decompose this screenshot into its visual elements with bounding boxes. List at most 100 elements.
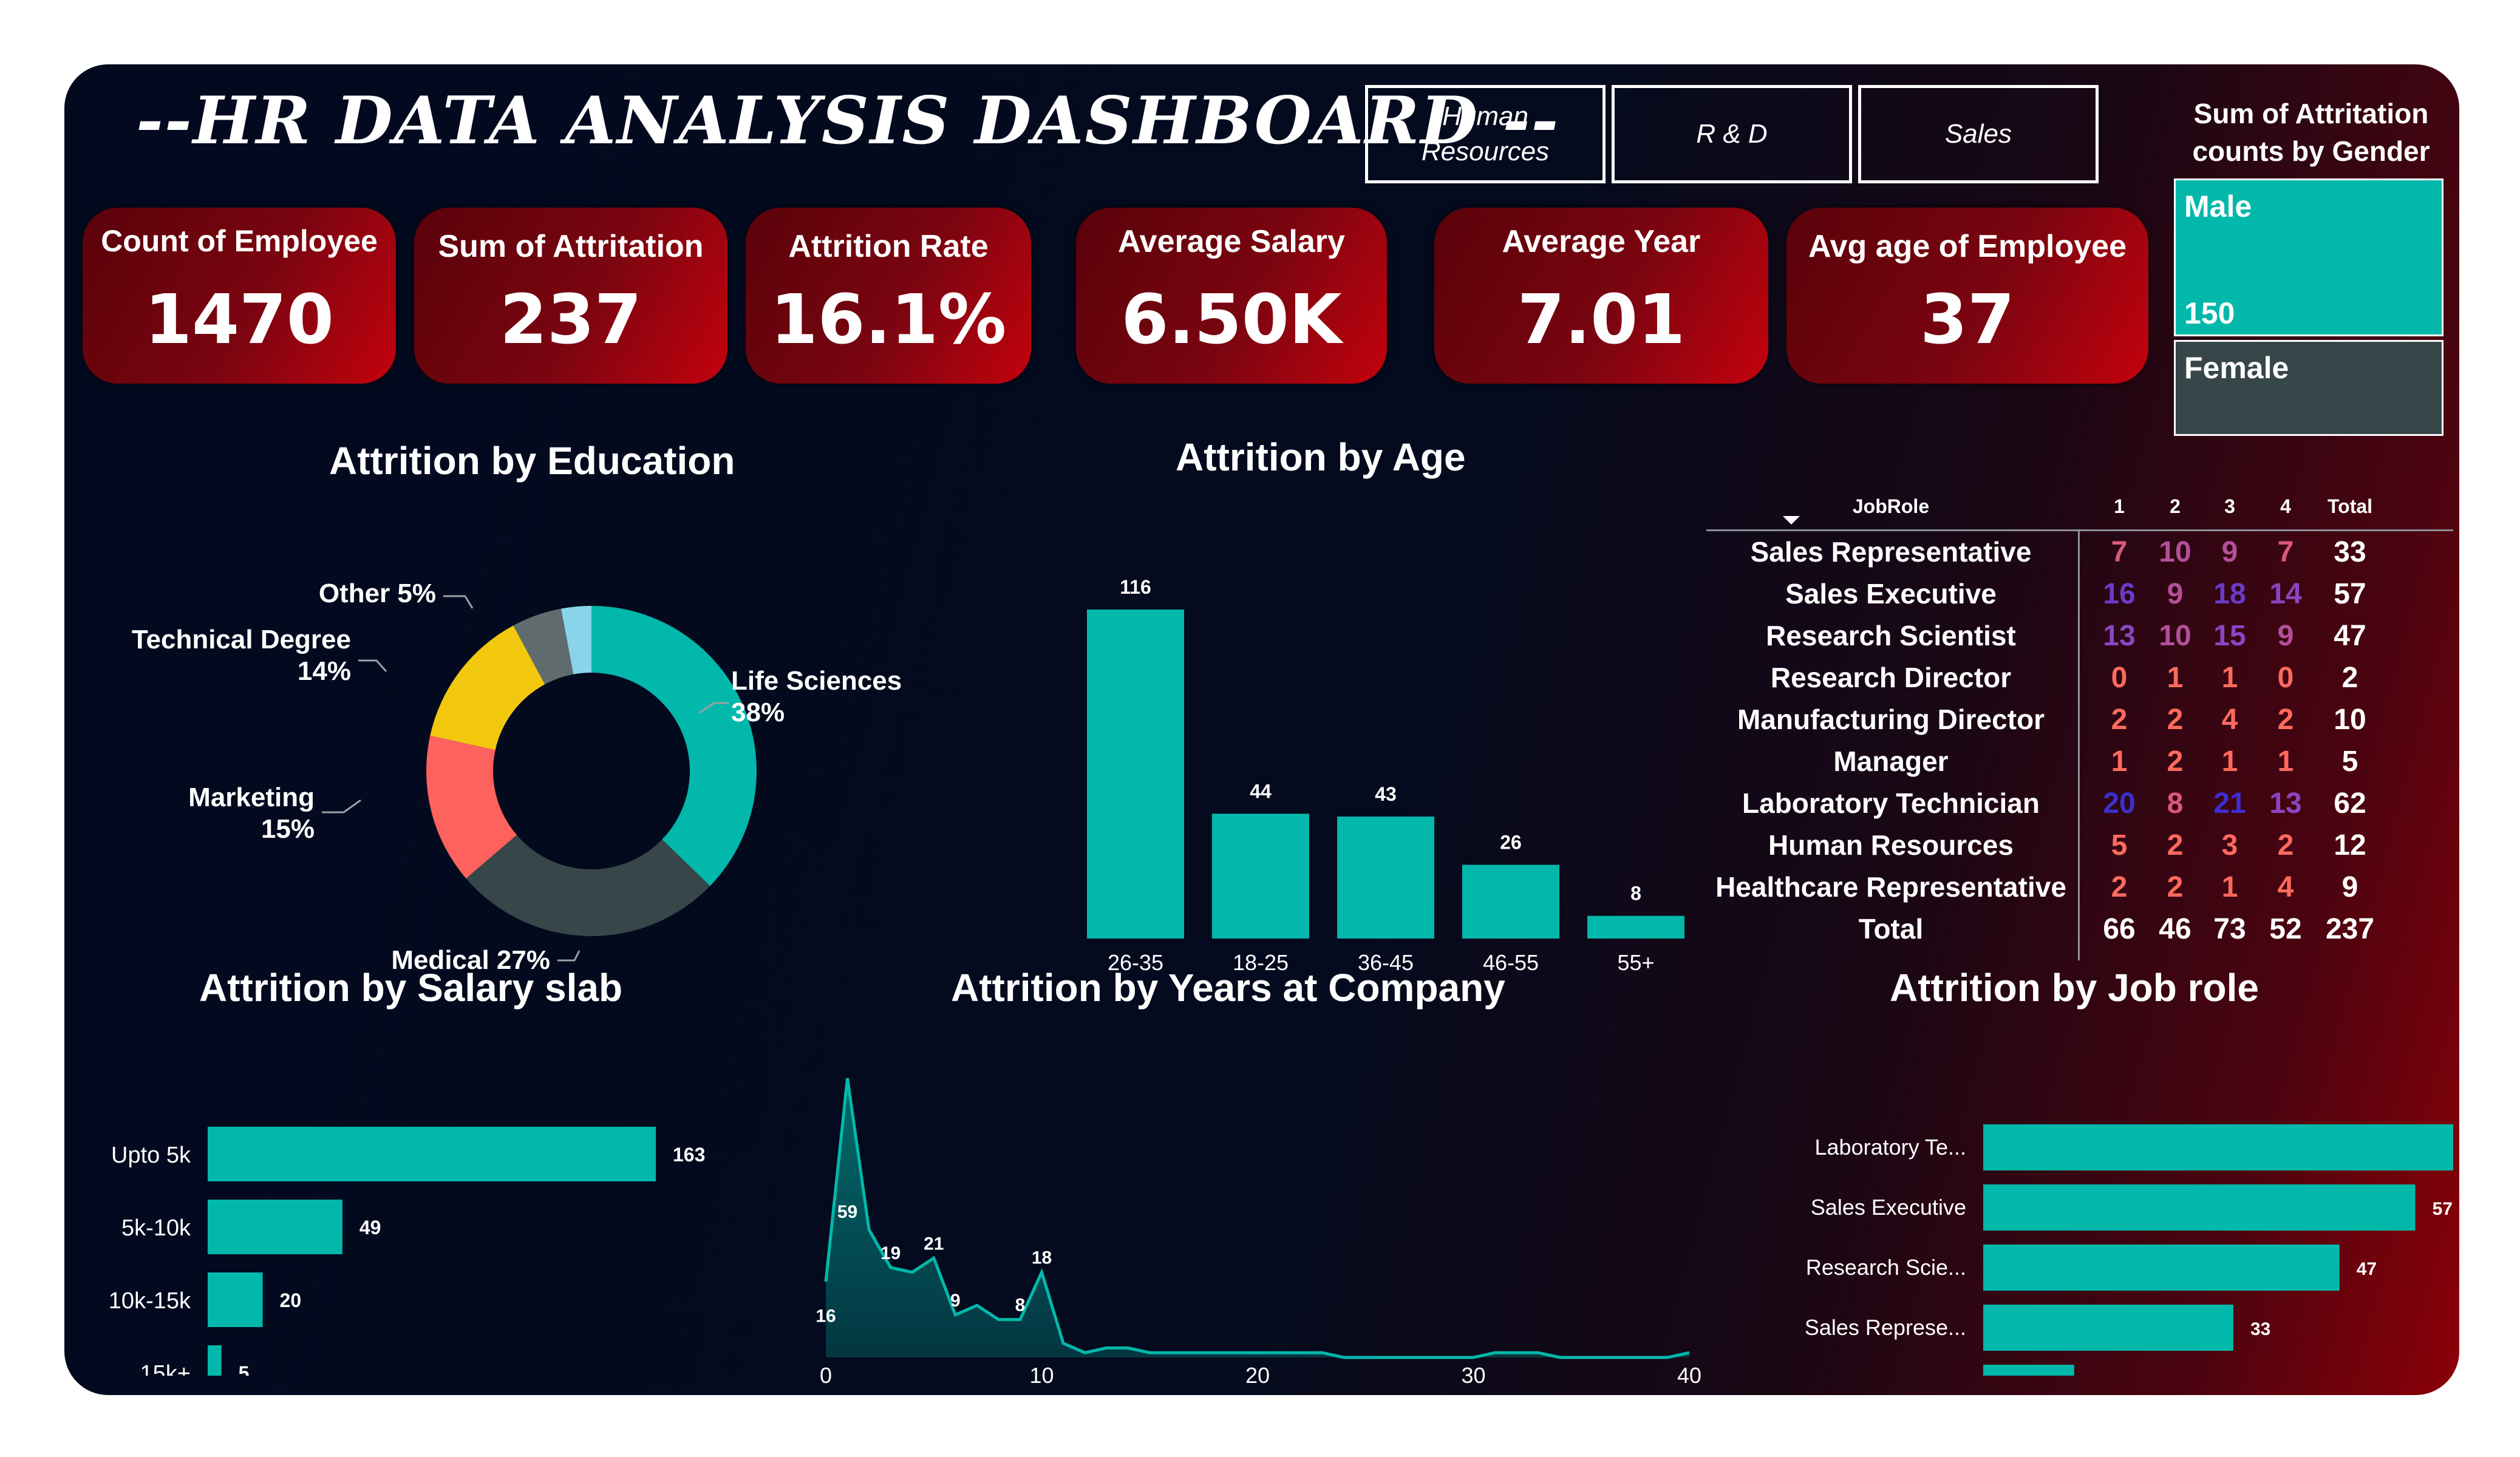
kpi-value: 1470 (145, 280, 334, 359)
matrix-cell: 7 (2111, 536, 2128, 568)
matrix-total-label[interactable]: Total (1706, 912, 2076, 945)
matrix-cell: 14 (2269, 578, 2302, 610)
years-data-label: 18 (1032, 1248, 1052, 1268)
matrix-header-jobrole[interactable]: JobRole (1818, 495, 1964, 518)
years-tick-label: 30 (1461, 1363, 1485, 1388)
matrix-cell: 10 (2159, 536, 2191, 568)
salary-bar[interactable] (208, 1127, 656, 1181)
age-bar[interactable] (1462, 864, 1559, 939)
slicer-human-resources[interactable]: Human Resources (1365, 85, 1606, 183)
salary-bar[interactable] (208, 1272, 263, 1327)
salary-bar-value: 20 (280, 1289, 302, 1311)
matrix-row-label[interactable]: Manager (1706, 745, 2076, 778)
matrix-row-total: 33 (2334, 536, 2366, 568)
matrix-cell: 52 (2269, 913, 2302, 945)
matrix-cell: 4 (2221, 704, 2238, 736)
leader-line (358, 659, 387, 672)
salary-bar-value: 49 (359, 1217, 381, 1238)
slicer-label: Sales (1944, 119, 2012, 149)
jobrole-tick-label: Laboratory Te... (1815, 1135, 1967, 1160)
gender-female-tile[interactable]: Female (2174, 340, 2443, 436)
jobrole-bar[interactable] (1983, 1124, 2453, 1170)
matrix-cell: 1 (2221, 871, 2238, 903)
matrix-cell: 2 (2111, 871, 2128, 903)
kpi-value: 7.01 (1517, 280, 1686, 359)
age-chart-title: Attrition by Age (1176, 435, 1466, 479)
years-data-label: 16 (816, 1306, 836, 1326)
matrix-cell: 0 (2277, 662, 2294, 694)
years-data-label: 9 (950, 1291, 961, 1311)
matrix-cell: 9 (2167, 578, 2184, 610)
kpi-value: 16.1% (770, 280, 1007, 359)
matrix-header-col[interactable]: Total (2277, 495, 2423, 518)
slicer-label: R & D (1696, 119, 1768, 149)
matrix-cell: 2 (2167, 704, 2184, 736)
kpi-label: Average Salary (1118, 224, 1345, 259)
salary-tick-label: Upto 5k (111, 1143, 191, 1168)
matrix-row-total: 9 (2341, 871, 2358, 903)
female-label: Female (2184, 351, 2289, 385)
jobrole-bar-value: 57 (2433, 1199, 2453, 1219)
matrix-cell: 1 (2111, 745, 2128, 778)
matrix-row-label[interactable]: Research Scientist (1706, 619, 2076, 652)
matrix-cell: 9 (2277, 620, 2294, 652)
jobrole-bar[interactable] (1983, 1245, 2340, 1291)
matrix-row-label[interactable]: Research Director (1706, 661, 2076, 694)
leader-line (322, 799, 361, 813)
slicer-label: Human (1442, 101, 1528, 131)
age-bar[interactable] (1587, 915, 1684, 939)
kpi-avg-age: Avg age of Employee 37 (1786, 208, 2148, 384)
matrix-cell: 9 (2221, 536, 2238, 568)
years-line[interactable] (824, 1078, 1690, 1359)
matrix-cell: 13 (2103, 620, 2136, 652)
matrix-cell: 13 (2269, 787, 2302, 820)
matrix-row-total: 5 (2341, 745, 2358, 778)
matrix-cell: 4 (2277, 871, 2294, 903)
matrix-row-total: 10 (2334, 704, 2366, 736)
salary-bar[interactable] (208, 1345, 222, 1376)
matrix-column-divider (2078, 529, 2080, 960)
kpi-average-year: Average Year 7.01 (1434, 208, 1768, 384)
matrix-row-label[interactable]: Healthcare Representative (1706, 871, 2076, 903)
matrix-row-label[interactable]: Laboratory Technician (1706, 787, 2076, 820)
jobrole-tick-label: Research Scie... (1806, 1255, 1966, 1280)
matrix-row-label[interactable]: Sales Representative (1706, 535, 2076, 568)
age-bar-value: 116 (1120, 576, 1151, 598)
matrix-cell: 0 (2111, 662, 2128, 694)
age-bar-value: 26 (1500, 832, 1522, 854)
matrix-cell: 10 (2159, 620, 2191, 652)
years-data-label: 21 (924, 1234, 944, 1254)
slicer-sales[interactable]: Sales (1858, 85, 2099, 183)
matrix-row-label[interactable]: Manufacturing Director (1706, 703, 2076, 736)
matrix-cell: 8 (2167, 787, 2184, 820)
slicer-rd[interactable]: R & D (1612, 85, 1852, 183)
age-bar[interactable] (1337, 817, 1434, 939)
years-tick-label: 10 (1029, 1363, 1054, 1388)
matrix-row-total: 12 (2334, 829, 2366, 861)
age-bar[interactable] (1212, 813, 1309, 939)
kpi-label: Attrition Rate (788, 229, 989, 264)
matrix-cell: 2 (2277, 704, 2294, 736)
matrix-cell: 3 (2221, 829, 2238, 861)
age-bar-value: 44 (1250, 780, 1272, 802)
kpi-label: Average Year (1502, 224, 1701, 259)
donut-slice[interactable] (591, 606, 757, 886)
gender-male-tile[interactable]: Male 150 (2174, 178, 2443, 336)
age-bar-value: 8 (1630, 883, 1641, 905)
age-tick-label: 55+ (1617, 950, 1654, 975)
jobrole-bar-value: 33 (2250, 1319, 2270, 1339)
jobrole-bar[interactable] (1983, 1305, 2233, 1351)
salary-bar[interactable] (208, 1200, 342, 1254)
salary-bar-value: 5 (239, 1362, 250, 1376)
jobrole-bar[interactable] (1983, 1365, 2074, 1376)
matrix-row-label[interactable]: Sales Executive (1706, 577, 2076, 610)
matrix-row-label[interactable]: Human Resources (1706, 829, 2076, 861)
jobrole-bar[interactable] (1983, 1184, 2416, 1231)
age-bar-value: 43 (1375, 783, 1397, 805)
salary-tick-label: 10k-15k (109, 1288, 191, 1314)
kpi-value: 237 (500, 280, 642, 359)
kpi-sum-attrition: Sum of Attritation 237 (414, 208, 727, 384)
age-bar[interactable] (1087, 610, 1184, 939)
matrix-cell: 73 (2213, 913, 2246, 945)
donut-label-pct: 15% (261, 814, 315, 844)
